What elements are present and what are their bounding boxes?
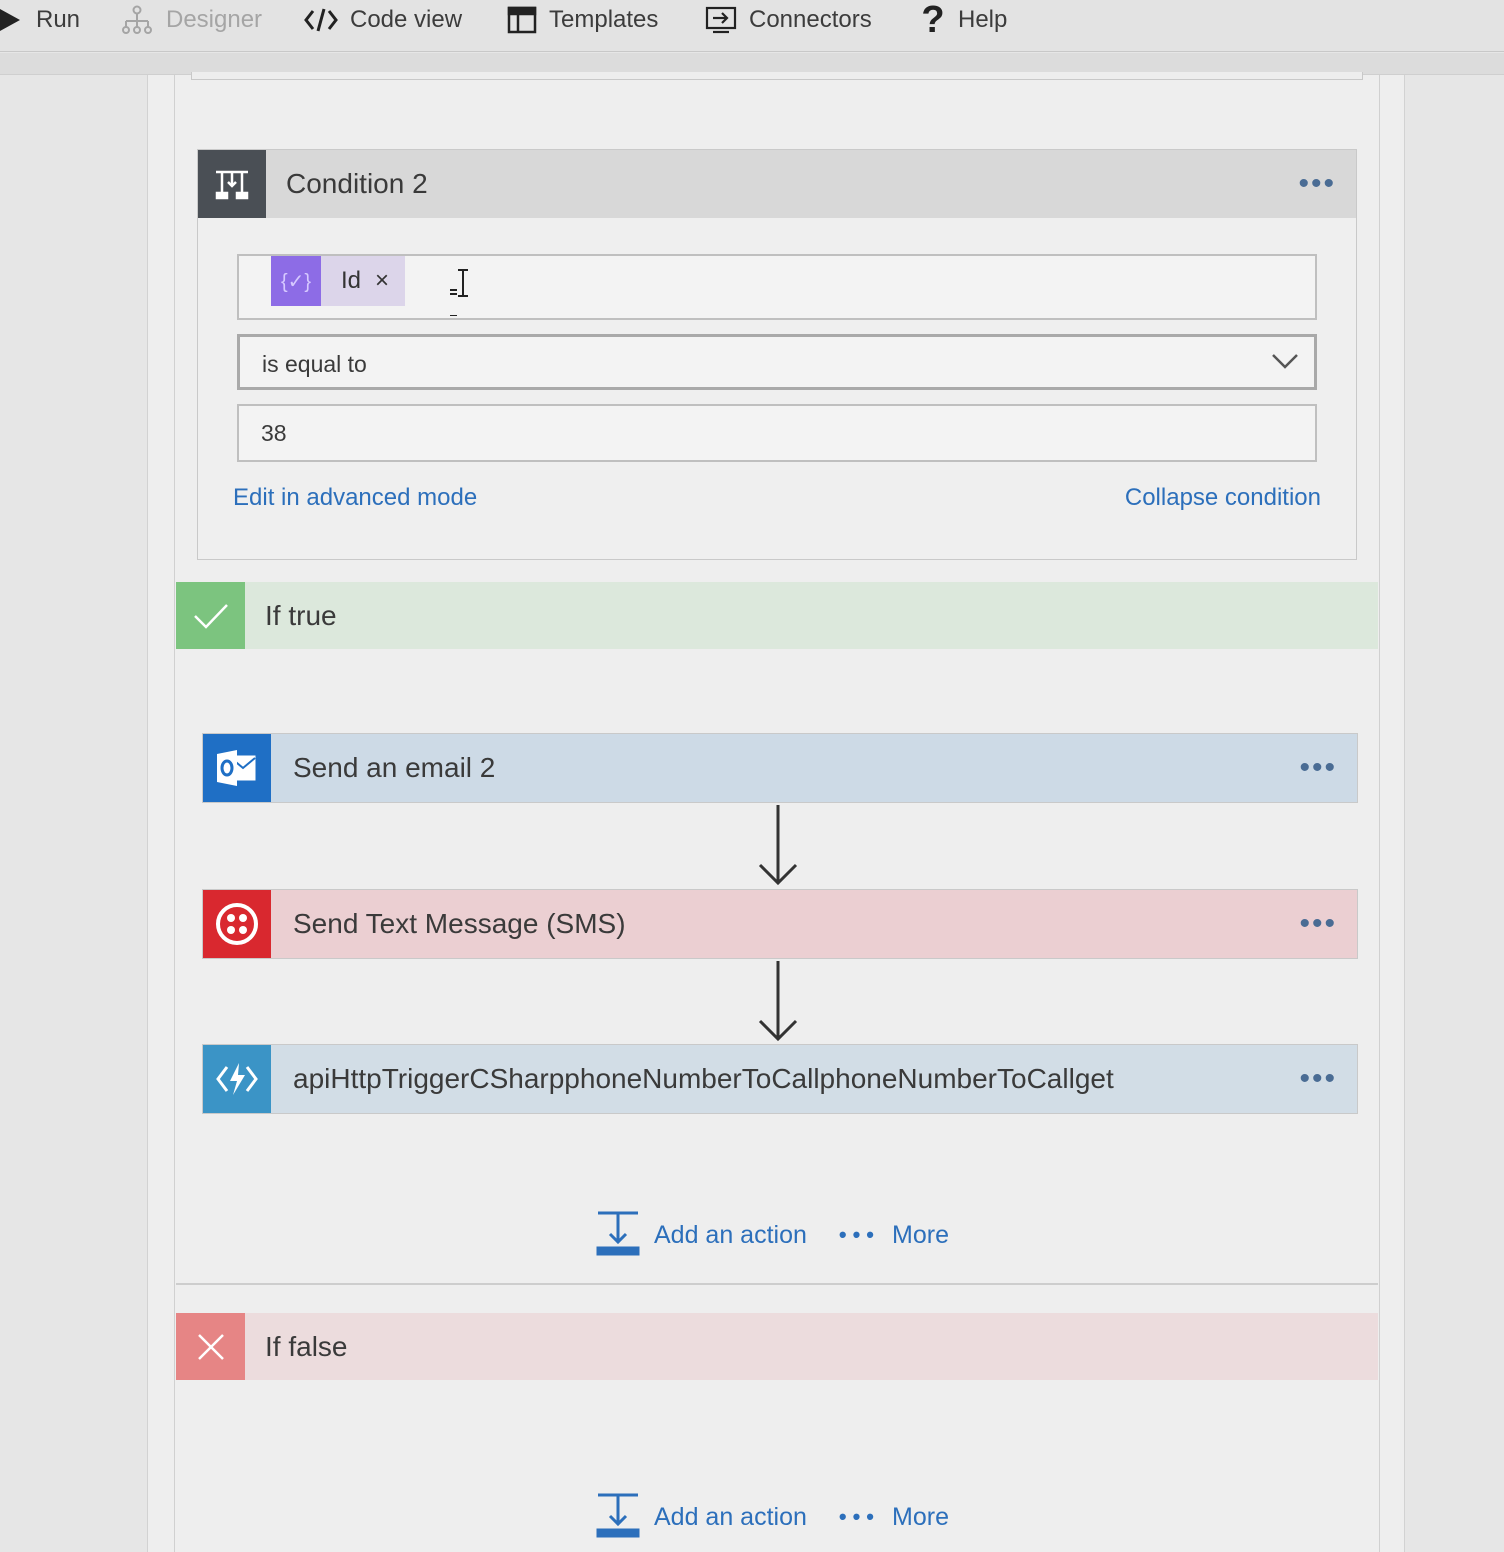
previous-card-edge (191, 72, 1363, 80)
more-dots-icon[interactable]: ••• (839, 1222, 880, 1248)
send-sms-menu-button[interactable]: ••• (1299, 909, 1337, 939)
send-email-title: Send an email 2 (293, 752, 496, 783)
more-button[interactable]: More (892, 1221, 949, 1250)
condition-left-operand[interactable]: {✓} Id × (237, 254, 1317, 320)
condition-menu-button[interactable]: ••• (1298, 169, 1336, 199)
run-button[interactable]: Run (0, 0, 80, 40)
help-button[interactable]: ? Help (920, 0, 1008, 41)
code-view-button[interactable]: Code view (304, 0, 462, 40)
help-icon: ? (921, 0, 945, 41)
condition-card: Condition 2 ••• {✓} Id × is equal to 38 … (197, 149, 1357, 560)
help-label: Help (958, 6, 1008, 33)
operator-dropdown[interactable]: is equal to (237, 334, 1317, 390)
token-remove-button[interactable]: × (375, 267, 389, 295)
add-action-button[interactable]: Add an action (654, 1503, 807, 1532)
templates-button[interactable]: Templates (507, 0, 658, 40)
more-button[interactable]: More (892, 1503, 949, 1532)
twilio-icon (203, 890, 271, 958)
send-email-menu-button[interactable]: ••• (1299, 753, 1337, 783)
designer-label: Designer (166, 6, 263, 33)
action-azure-function[interactable]: apiHttpTriggerCSharpphoneNumberToCallpho… (202, 1044, 1358, 1114)
templates-label: Templates (549, 6, 659, 33)
condition-title: Condition 2 (286, 168, 428, 199)
condition-icon (198, 150, 266, 218)
outlook-icon (203, 734, 271, 802)
connectors-button[interactable]: Connectors (705, 0, 872, 40)
action-send-email[interactable]: Send an email 2 ••• (202, 733, 1358, 803)
if-true-add-row: Add an action ••• More (596, 1210, 949, 1261)
if-false-header[interactable]: If false (176, 1313, 1378, 1380)
code-icon (304, 7, 338, 33)
code-view-label: Code view (350, 6, 463, 33)
play-icon (0, 7, 24, 33)
send-sms-title: Send Text Message (SMS) (293, 908, 626, 939)
if-false-add-row: Add an action ••• More (596, 1492, 949, 1543)
templates-icon (507, 6, 537, 34)
add-action-icon[interactable] (596, 1210, 640, 1261)
add-action-icon[interactable] (596, 1492, 640, 1543)
text-cursor-icon (445, 264, 475, 321)
token-label: Id (341, 267, 362, 294)
connectors-icon (705, 6, 737, 34)
azure-function-title: apiHttpTriggerCSharpphoneNumberToCallpho… (293, 1063, 1114, 1094)
add-action-button[interactable]: Add an action (654, 1221, 807, 1250)
condition-header[interactable]: Condition 2 ••• (198, 150, 1356, 218)
if-true-label: If true (265, 599, 337, 631)
azure-function-menu-button[interactable]: ••• (1299, 1064, 1337, 1094)
condition-right-operand[interactable]: 38 (237, 404, 1317, 462)
designer-toolbar: Run Designer Code view Templates Connect… (0, 0, 1504, 52)
close-icon (176, 1313, 245, 1380)
collapse-condition-link[interactable]: Collapse condition (1125, 484, 1321, 512)
operator-value: is equal to (262, 351, 367, 377)
flow-arrow (758, 961, 798, 1042)
edit-advanced-mode-link[interactable]: Edit in advanced mode (233, 484, 477, 512)
run-label: Run (36, 6, 81, 33)
more-dots-icon[interactable]: ••• (839, 1504, 880, 1530)
designer-button[interactable]: Designer (120, 0, 262, 40)
checkmark-icon (176, 582, 245, 649)
dynamic-content-token[interactable]: {✓} Id × (271, 256, 406, 306)
chevron-down-icon (1270, 351, 1300, 376)
flow-arrow (758, 805, 798, 886)
connectors-label: Connectors (749, 6, 872, 33)
expression-icon: {✓} (271, 256, 321, 306)
if-false-label: If false (265, 1330, 348, 1362)
operand-value: 38 (261, 420, 287, 446)
action-send-sms[interactable]: Send Text Message (SMS) ••• (202, 889, 1358, 959)
azure-function-icon (203, 1045, 271, 1113)
if-true-header[interactable]: If true (176, 582, 1378, 649)
designer-icon (120, 5, 154, 35)
